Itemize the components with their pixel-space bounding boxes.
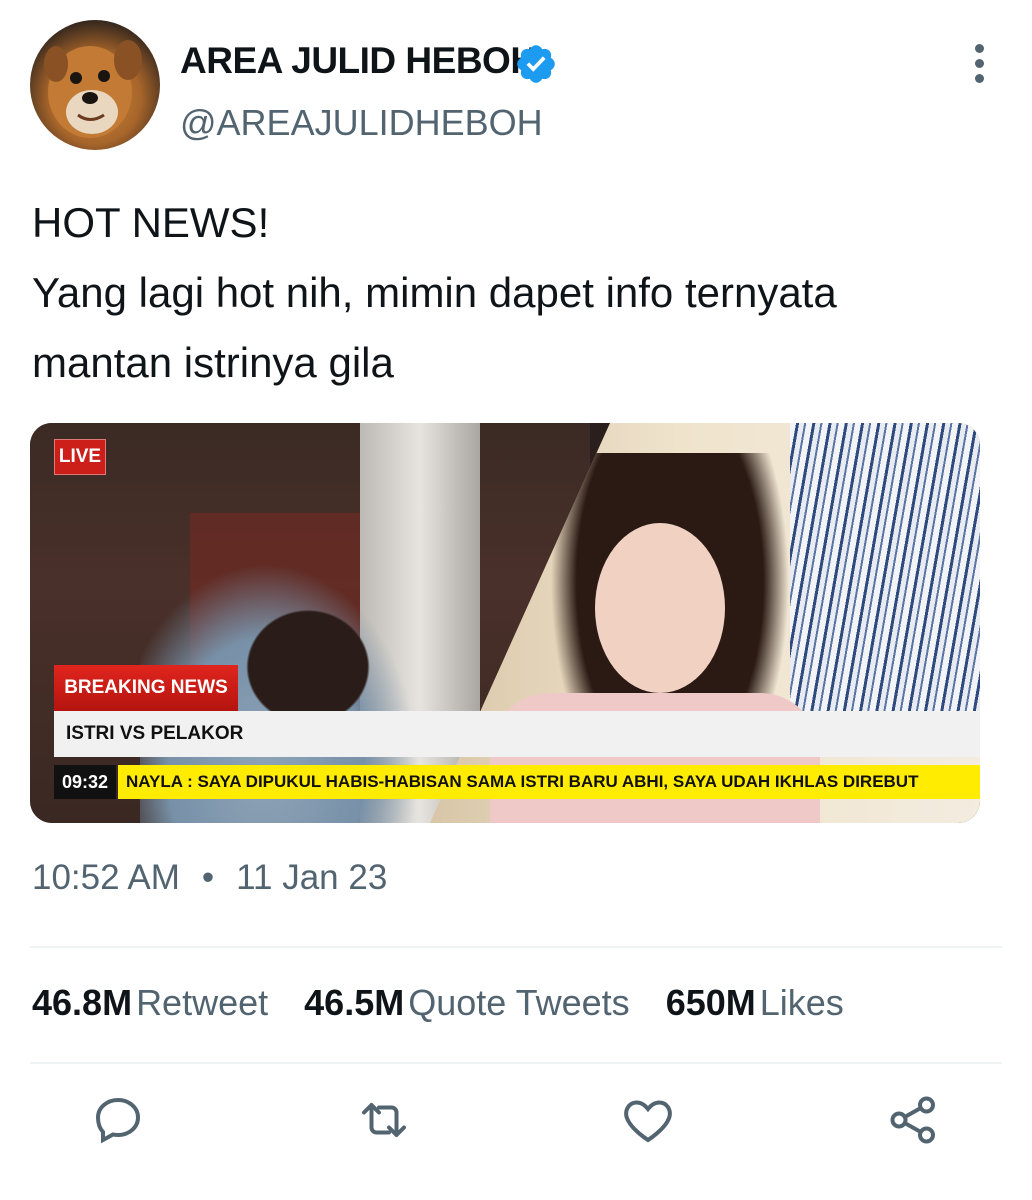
separator-dot: • — [201, 858, 215, 897]
retweet-button[interactable] — [354, 1090, 414, 1150]
ticker-time: 09:32 — [54, 765, 116, 799]
news-ticker: NAYLA : SAYA DIPUKUL HABIS-HABISAN SAMA … — [118, 765, 980, 799]
like-icon — [624, 1100, 672, 1143]
tweet-timestamp[interactable]: 10:52 AM • 11 Jan 23 — [32, 858, 387, 898]
breaking-news-label: BREAKING NEWS — [54, 665, 238, 711]
tweet-line: mantan istrinya gila — [32, 339, 394, 386]
divider — [30, 1062, 1002, 1064]
author-handle[interactable]: @AREAJULIDHEBOH — [180, 102, 543, 144]
quote-count: 46.5M — [304, 982, 405, 1023]
likes-count: 650M — [665, 982, 756, 1023]
reply-icon — [95, 1097, 141, 1144]
retweet-count: 46.8M — [32, 982, 133, 1023]
tweet-time: 10:52 AM — [32, 858, 180, 897]
likes-label: Likes — [759, 982, 844, 1023]
tweet-media-image[interactable]: LIVE BREAKING NEWS ISTRI VS PELAKOR 09:3… — [30, 423, 980, 823]
more-options-icon[interactable] — [964, 40, 994, 90]
live-badge: LIVE — [54, 439, 106, 475]
author-display-name[interactable]: AREA JULID HEBOH — [180, 40, 537, 82]
retweet-icon — [362, 1103, 406, 1137]
tweet-body: HOT NEWS! Yang lagi hot nih, mimin dapet… — [32, 188, 1002, 398]
divider — [30, 946, 1002, 948]
retweet-stat[interactable]: 46.8M Retweet — [32, 982, 268, 1024]
share-button[interactable] — [884, 1090, 944, 1150]
likes-stat[interactable]: 650M Likes — [666, 982, 844, 1024]
news-headline: ISTRI VS PELAKOR — [54, 711, 980, 757]
engagement-stats: 46.8M Retweet 46.5M Quote Tweets 650M Likes — [32, 982, 870, 1024]
share-icon — [890, 1096, 935, 1144]
tweet-line: HOT NEWS! — [32, 199, 270, 246]
action-bar — [0, 1090, 1032, 1160]
verified-badge-icon — [517, 45, 555, 83]
quote-label: Quote Tweets — [408, 982, 630, 1023]
quote-tweets-stat[interactable]: 46.5M Quote Tweets — [304, 982, 630, 1024]
retweet-label: Retweet — [136, 982, 269, 1023]
tweet-header: AREA JULID HEBOH @AREAJULIDHEBOH — [0, 0, 1032, 170]
tweet-line: Yang lagi hot nih, mimin dapet info tern… — [32, 269, 837, 316]
reply-button[interactable] — [88, 1090, 148, 1150]
author-avatar[interactable] — [30, 20, 160, 150]
dog-avatar-icon — [44, 40, 142, 138]
tweet-date: 11 Jan 23 — [236, 858, 388, 897]
like-button[interactable] — [618, 1090, 678, 1150]
